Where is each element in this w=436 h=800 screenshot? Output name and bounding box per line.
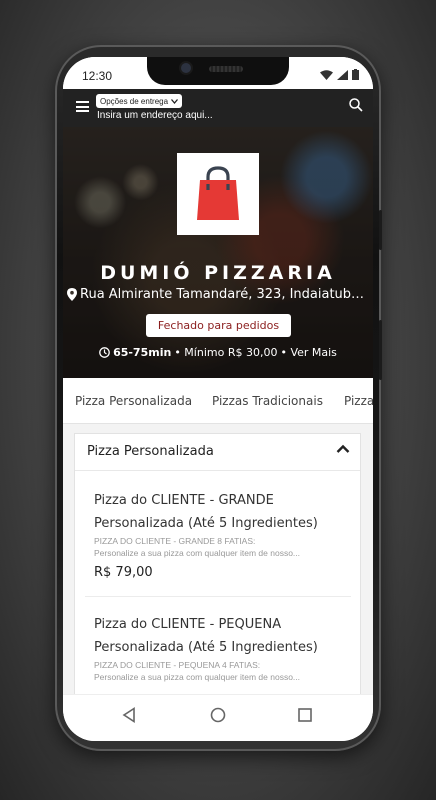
battery-icon (352, 69, 359, 80)
product-description: PIZZA DO CLIENTE - GRANDE 8 FATIAS: (94, 536, 256, 546)
system-icons (320, 69, 359, 80)
camera-icon (181, 63, 191, 73)
product-description: Personalize a sua pizza com qualquer ite… (94, 672, 301, 682)
volume-button (379, 210, 382, 250)
product-item[interactable]: Pizza do CLIENTE - PEQUENA Personalizada… (94, 613, 344, 683)
speaker-grille (209, 66, 243, 72)
address-input[interactable]: Insira um endereço aqui... (97, 110, 213, 121)
shopping-bag-icon (197, 166, 239, 220)
store-meta: 65-75min • Mínimo R$ 30,00 • Ver Mais (63, 346, 373, 359)
product-price: R$ 79,00 (94, 565, 153, 580)
delivery-time: 65-75min (113, 346, 172, 359)
store-address: Rua Almirante Tamandaré, 323, Indaiatub… (67, 287, 373, 302)
store-address-text: Rua Almirante Tamandaré, 323, Indaiatub… (80, 287, 365, 302)
store-logo (177, 153, 259, 235)
power-button (379, 320, 382, 380)
home-icon[interactable] (210, 707, 226, 723)
wifi-icon (320, 69, 333, 80)
clock-icon (99, 347, 110, 358)
product-name: Personalizada (Até 5 Ingredientes) (94, 516, 318, 531)
location-pin-icon (67, 288, 77, 301)
see-more-link[interactable]: • Ver Mais (280, 346, 336, 359)
store-header: DUMIÓ PIZZARIA Rua Almirante Tamandaré, … (63, 127, 373, 378)
product-description: PIZZA DO CLIENTE - PEQUENA 4 FATIAS: (94, 660, 261, 670)
divider (85, 596, 351, 597)
section-title[interactable]: Pizza Personalizada (87, 444, 214, 459)
back-icon[interactable] (122, 707, 136, 723)
chevron-down-icon (171, 98, 179, 104)
tab-pizza-personalizada[interactable]: Pizza Personalizada (75, 394, 192, 408)
search-icon[interactable] (349, 98, 363, 112)
product-description: Personalize a sua pizza com qualquer ite… (94, 548, 301, 558)
section-card: Pizza Personalizada Pizza do CLIENTE - G… (74, 433, 361, 694)
app-bar: Opções de entrega Insira um endereço aqu… (63, 89, 373, 127)
store-name: DUMIÓ PIZZARIA (100, 262, 336, 284)
product-name: Pizza do CLIENTE - GRANDE (94, 493, 274, 508)
chevron-up-icon[interactable] (336, 444, 350, 454)
phone-screen: 12:30 Opções de entrega Insira um endere… (63, 57, 373, 741)
tab-pizzas-tradicionais[interactable]: Pizzas Tradicionais (212, 394, 323, 408)
product-name: Personalizada (Até 5 Ingredientes) (94, 640, 318, 655)
signal-icon (337, 69, 348, 80)
delivery-options-label: Opções de entrega (100, 96, 169, 106)
android-nav-bar (63, 694, 373, 741)
minimum-order: • Mínimo R$ 30,00 (174, 346, 278, 359)
status-time: 12:30 (82, 69, 113, 83)
category-tabs: Pizza Personalizada Pizzas Tradicionais … (63, 378, 373, 424)
status-badge: Fechado para pedidos (146, 314, 291, 337)
product-name: Pizza do CLIENTE - PEQUENA (94, 617, 282, 632)
recents-icon[interactable] (298, 708, 312, 722)
delivery-options-select[interactable]: Opções de entrega (96, 94, 183, 108)
product-item[interactable]: Pizza do CLIENTE - GRANDE Personalizada … (94, 489, 344, 580)
divider (75, 470, 360, 471)
tab-pizza[interactable]: Pizza (344, 394, 373, 408)
menu-content: Pizza Personalizada Pizza do CLIENTE - G… (63, 424, 373, 694)
notch (147, 57, 289, 85)
menu-icon[interactable] (76, 101, 89, 112)
